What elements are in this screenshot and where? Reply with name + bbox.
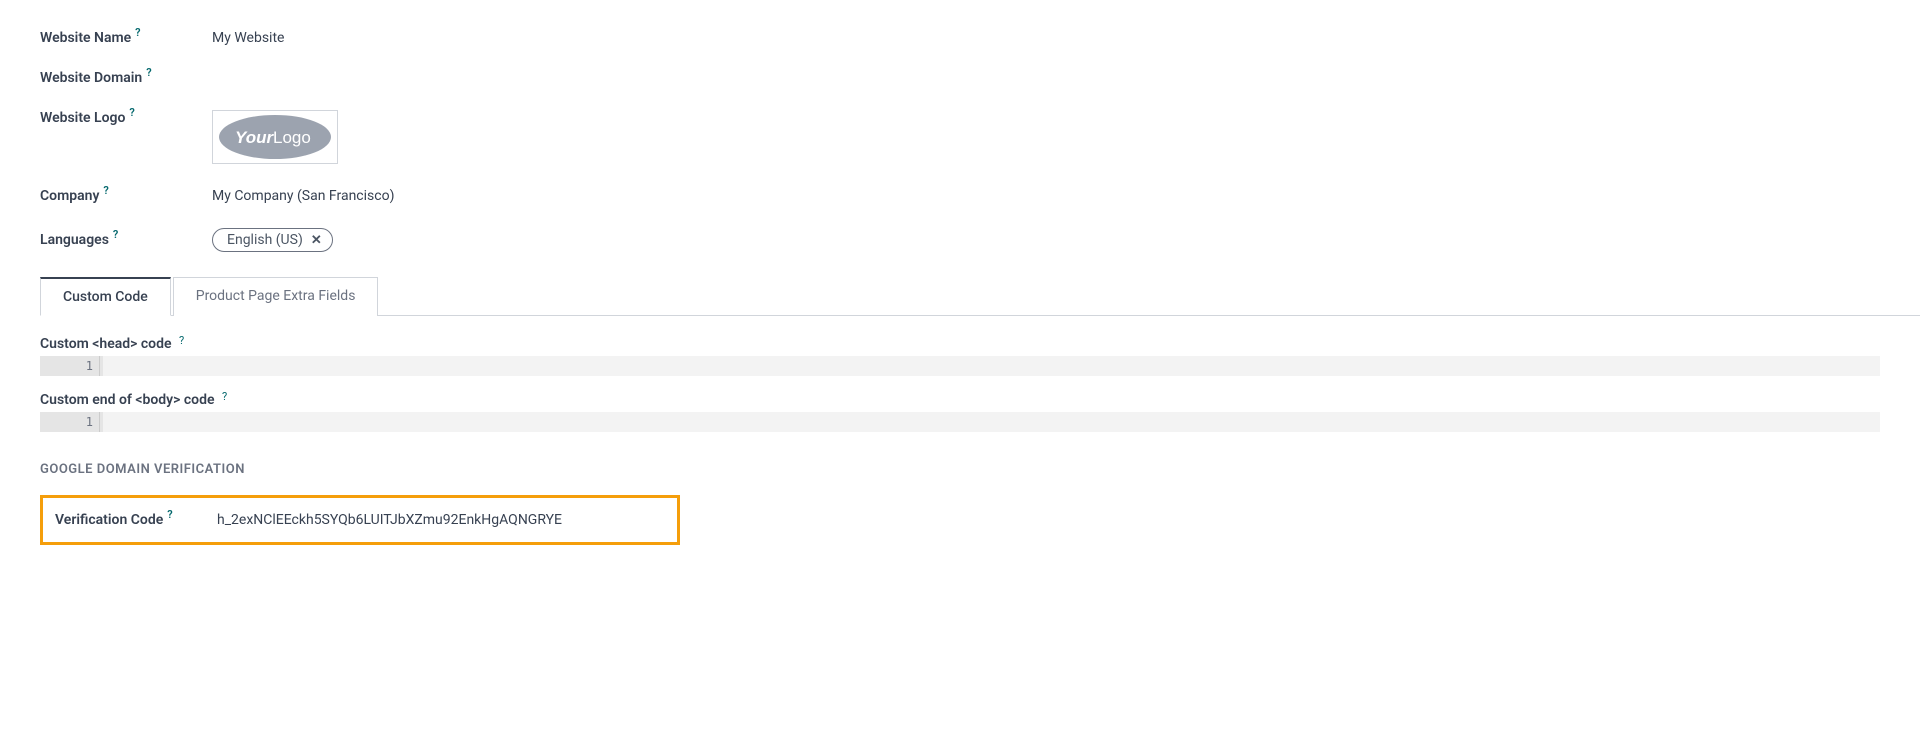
line-number: 1	[40, 356, 100, 376]
label-head-code: Custom <head> code	[40, 336, 172, 352]
section-title-verification: GOOGLE DOMAIN VERIFICATION	[40, 462, 1880, 477]
help-icon[interactable]: ?	[146, 66, 151, 79]
label-website-domain: Website Domain ?	[40, 70, 212, 86]
tab-content: Custom <head> code ? 1 Custom end of <bo…	[0, 316, 1920, 585]
logo-preview[interactable]: Your Logo	[212, 110, 338, 164]
row-website-logo: Website Logo ? Your Logo	[40, 110, 1920, 164]
label-languages: Languages ?	[40, 232, 212, 248]
language-tag[interactable]: English (US) ✕	[212, 228, 333, 252]
svg-text:Your: Your	[235, 128, 274, 147]
tab-product-page-extra-fields[interactable]: Product Page Extra Fields	[173, 277, 379, 316]
logo-image: Your Logo	[215, 113, 335, 161]
label-text: Website Domain	[40, 70, 142, 86]
label-text: Website Logo	[40, 110, 125, 126]
help-icon[interactable]: ?	[129, 106, 134, 119]
help-icon[interactable]: ?	[103, 184, 108, 197]
help-icon[interactable]: ?	[135, 26, 140, 39]
close-icon[interactable]: ✕	[311, 233, 322, 248]
value-company[interactable]: My Company (San Francisco)	[212, 188, 394, 204]
label-text: Company	[40, 188, 99, 204]
tabs: Custom Code Product Page Extra Fields	[40, 276, 1920, 316]
label-text: Languages	[40, 232, 109, 248]
value-verification-code[interactable]: h_2exNClEEckh5SYQb6LUITJbXZmu92EnkHgAQNG…	[217, 512, 562, 528]
help-icon[interactable]: ?	[113, 228, 118, 241]
label-website-name: Website Name ?	[40, 30, 212, 46]
help-icon[interactable]: ?	[179, 334, 184, 347]
section-body-code: Custom end of <body> code ? 1	[40, 392, 1880, 432]
help-icon[interactable]: ?	[167, 508, 172, 521]
label-verification-code: Verification Code ?	[55, 512, 217, 528]
row-languages: Languages ? English (US) ✕	[40, 228, 1920, 252]
label-text: Verification Code	[55, 512, 163, 528]
editor-head-code[interactable]: 1	[40, 356, 1880, 376]
tab-custom-code[interactable]: Custom Code	[40, 277, 171, 316]
row-website-name: Website Name ? My Website	[40, 30, 1920, 46]
label-text: Website Name	[40, 30, 131, 46]
code-body[interactable]	[100, 412, 1880, 432]
row-website-domain: Website Domain ?	[40, 70, 1920, 86]
label-website-logo: Website Logo ?	[40, 110, 212, 126]
label-body-code: Custom end of <body> code	[40, 392, 215, 408]
label-company: Company ?	[40, 188, 212, 204]
row-company: Company ? My Company (San Francisco)	[40, 188, 1920, 204]
line-number: 1	[40, 412, 100, 432]
svg-text:Logo: Logo	[273, 128, 311, 147]
tag-label: English (US)	[227, 232, 303, 248]
value-languages[interactable]: English (US) ✕	[212, 228, 333, 252]
value-website-name[interactable]: My Website	[212, 30, 284, 46]
code-body[interactable]	[100, 356, 1880, 376]
section-head-code: Custom <head> code ? 1	[40, 336, 1880, 376]
form-area: Website Name ? My Website Website Domain…	[0, 0, 1920, 316]
editor-body-code[interactable]: 1	[40, 412, 1880, 432]
help-icon[interactable]: ?	[222, 390, 227, 403]
verification-highlight: Verification Code ? h_2exNClEEckh5SYQb6L…	[40, 495, 680, 545]
